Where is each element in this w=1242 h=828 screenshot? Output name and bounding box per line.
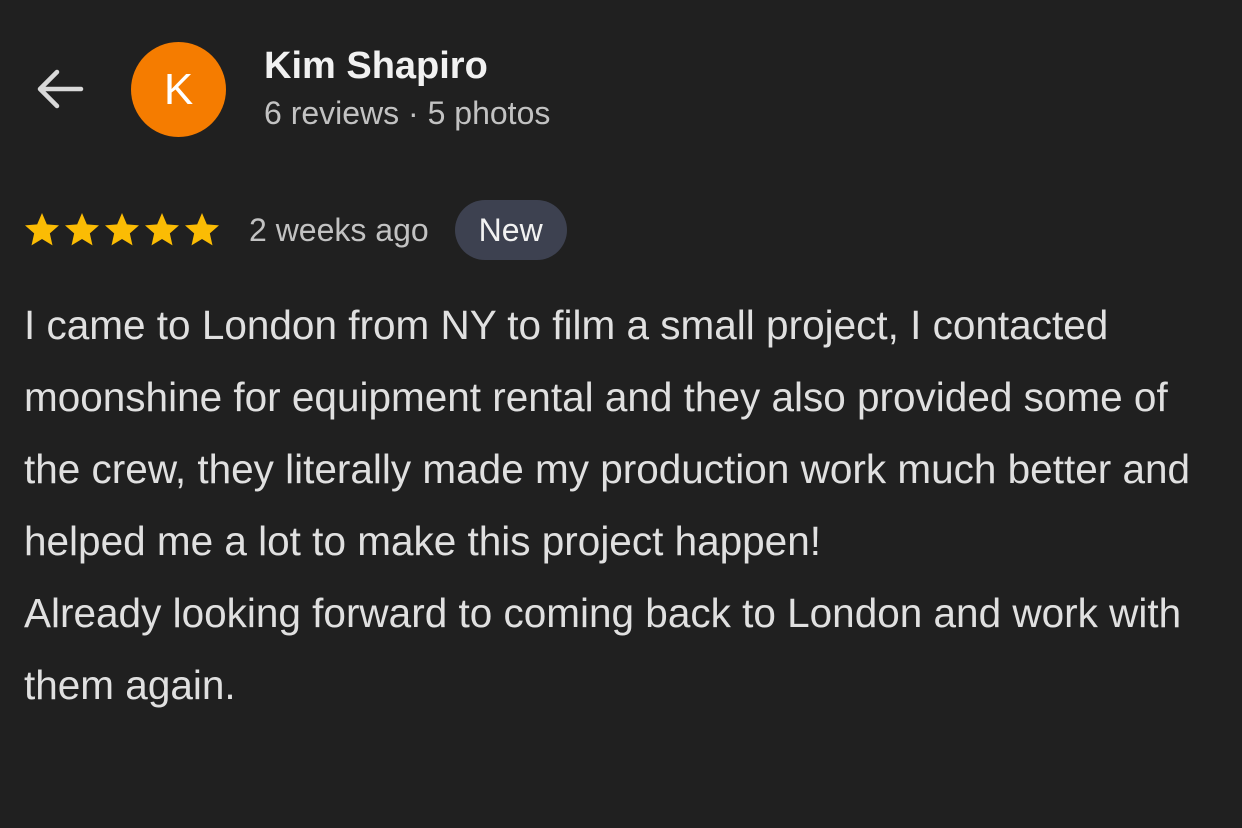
reviewer-stats: 6 reviews · 5 photos [264,95,551,131]
new-badge: New [454,200,567,260]
back-button[interactable] [30,62,88,116]
rating-row: 2 weeks ago New [22,200,567,260]
review-paragraph: Already looking forward to coming back t… [24,590,1182,708]
star-icon [105,213,139,246]
reviewer-name[interactable]: Kim Shapiro [264,45,488,88]
review-time: 2 weeks ago [249,211,429,248]
arrow-back-icon [37,69,84,109]
avatar[interactable]: K [131,42,226,137]
star-icon [145,213,179,246]
review-text: I came to London from NY to film a small… [24,289,1224,721]
star-icon [185,213,219,246]
star-icon [25,213,59,246]
star-rating [22,210,222,250]
star-icon [65,213,99,246]
review-paragraph: I came to London from NY to film a small… [24,302,1191,564]
avatar-initial: K [163,64,194,114]
